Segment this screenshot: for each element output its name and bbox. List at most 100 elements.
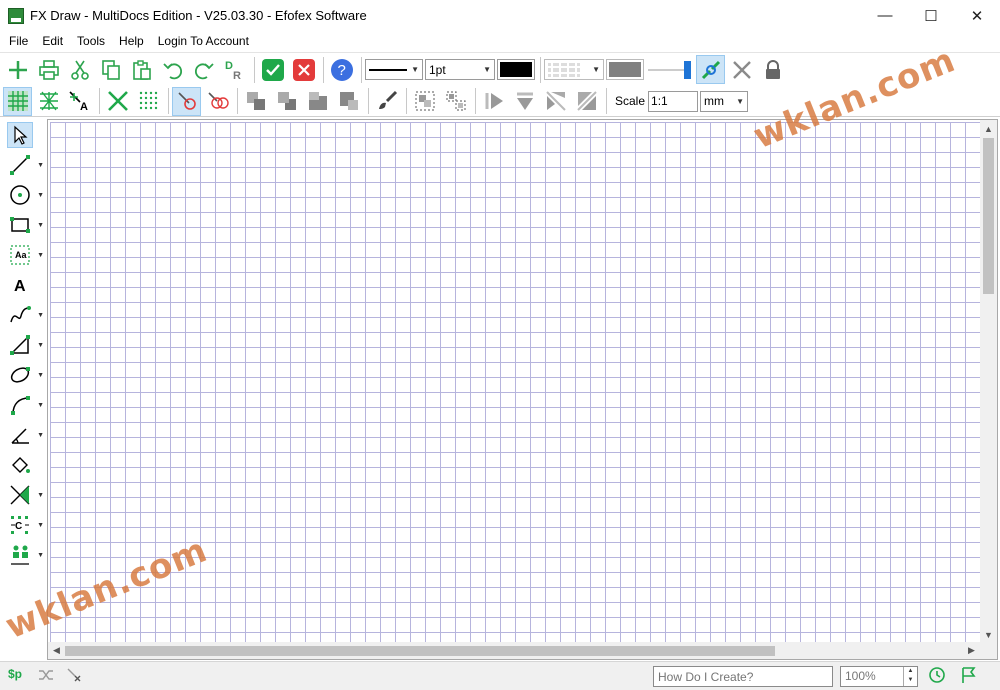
fill-color-button[interactable] <box>606 59 644 80</box>
ok-button[interactable] <box>258 55 287 84</box>
send-to-back-icon <box>339 92 358 110</box>
snap-point-button[interactable] <box>172 86 201 116</box>
script-icon[interactable]: $p <box>8 667 22 681</box>
paste-button[interactable] <box>127 55 156 84</box>
transparency-slider[interactable] <box>646 59 694 81</box>
rectangle-tool[interactable]: ▼ <box>4 210 46 240</box>
mirror-diagonal-button[interactable] <box>541 87 570 116</box>
horizontal-scroll-thumb[interactable] <box>65 646 775 656</box>
caret-down-icon: ▼ <box>37 402 44 409</box>
unit-select[interactable]: mm ▼ <box>700 90 749 112</box>
ellipse-tool[interactable]: ▼ <box>4 360 46 390</box>
line-width-select[interactable]: 1pt ▼ <box>425 59 495 80</box>
scale-value: 1:1 <box>651 94 668 108</box>
paste-icon <box>132 59 151 80</box>
shuffle-icon[interactable] <box>38 667 54 686</box>
flag-icon[interactable] <box>960 666 978 687</box>
link-button[interactable] <box>696 55 725 84</box>
slider-thumb[interactable] <box>684 60 691 79</box>
maximize-button[interactable]: ☐ <box>908 0 954 31</box>
circle-tool[interactable]: ▼ <box>4 180 46 210</box>
history-icon[interactable] <box>928 666 946 687</box>
menu-help[interactable]: Help <box>112 31 151 51</box>
angle-tool[interactable]: ▼ <box>4 420 46 450</box>
caret-down-icon: ▼ <box>37 372 44 379</box>
text-box-tool[interactable]: Aa ▼ <box>4 240 46 270</box>
ungroup-button[interactable] <box>441 87 470 116</box>
flag-glyph <box>962 667 976 683</box>
scroll-up-icon[interactable]: ▲ <box>980 120 997 137</box>
vertical-scrollbar[interactable]: ▲ ▼ <box>980 120 997 643</box>
scroll-down-icon[interactable]: ▼ <box>980 626 997 643</box>
arrow-down-icon <box>516 92 533 110</box>
menu-tools[interactable]: Tools <box>70 31 112 51</box>
text-box-icon: Aa <box>10 245 30 265</box>
flip-right-button[interactable] <box>479 87 508 116</box>
copy-icon <box>101 59 120 80</box>
clipart-tool[interactable]: ▼ <box>4 540 46 570</box>
iso-grid-button[interactable] <box>34 87 63 116</box>
grid-toggle-button[interactable] <box>3 86 32 116</box>
scale-input[interactable]: 1:1 <box>648 90 699 112</box>
snap-intersection-button[interactable] <box>203 87 232 116</box>
vertical-scroll-thumb[interactable] <box>983 138 994 294</box>
snap-text-icon: A <box>68 91 88 112</box>
unlink-button[interactable] <box>727 55 756 84</box>
print-button[interactable] <box>34 55 63 84</box>
slider-track <box>648 68 686 71</box>
group-button[interactable] <box>410 87 439 116</box>
select-tool[interactable] <box>4 120 46 150</box>
measure-icon: C <box>11 516 29 534</box>
undo-icon <box>162 62 182 79</box>
text-tool[interactable]: A <box>4 270 46 300</box>
close-button[interactable]: ✕ <box>954 0 1000 31</box>
fill-pattern-select[interactable]: ▼ <box>544 59 604 80</box>
bring-forward-button[interactable] <box>241 87 270 116</box>
snap-dots-button[interactable] <box>134 87 163 116</box>
line-tool[interactable]: ▼ <box>4 150 46 180</box>
line-style-select[interactable]: ▼ <box>365 59 423 80</box>
zoom-input[interactable]: 100% ▲ ▼ <box>840 666 918 687</box>
scroll-left-icon[interactable]: ◀ <box>48 642 65 659</box>
toolbar-separator <box>606 88 607 114</box>
snap-label-button[interactable]: A <box>65 87 94 116</box>
how-do-i-create-input[interactable] <box>653 666 833 687</box>
curve-tool[interactable]: ▼ <box>4 300 46 330</box>
app-icon <box>8 7 24 24</box>
new-button[interactable] <box>3 55 32 84</box>
region-tool[interactable]: ▼ <box>4 480 46 510</box>
snap-cross-button[interactable] <box>103 87 132 116</box>
horizontal-scrollbar[interactable]: ◀ ▶ <box>48 642 997 659</box>
ok-icon <box>261 58 284 81</box>
measure-tool[interactable]: C ▼ <box>4 510 46 540</box>
title-bar: FX Draw - MultiDocs Edition - V25.03.30 … <box>0 0 1000 31</box>
cancel-button[interactable] <box>289 55 318 84</box>
scroll-right-icon[interactable]: ▶ <box>963 642 980 659</box>
remove-link-icon[interactable] <box>66 667 82 686</box>
draw-reference-button[interactable]: DR <box>220 55 249 84</box>
minimize-button[interactable]: — <box>862 0 908 31</box>
copy-button[interactable] <box>96 55 125 84</box>
bring-to-front-button[interactable] <box>303 87 332 116</box>
menu-file[interactable]: File <box>2 31 35 51</box>
caret-down-icon: ▼ <box>37 522 44 529</box>
lock-button[interactable] <box>758 55 787 84</box>
send-to-back-button[interactable] <box>334 87 363 116</box>
help-button[interactable]: ? <box>327 55 356 84</box>
unit-value: mm <box>704 94 725 108</box>
redo-button[interactable] <box>189 55 218 84</box>
format-painter-button[interactable] <box>372 87 401 116</box>
text-a-icon: A <box>14 278 26 295</box>
send-backward-button[interactable] <box>272 87 301 116</box>
flip-down-button[interactable] <box>510 87 539 116</box>
zoom-spinner[interactable]: ▲ ▼ <box>903 667 917 686</box>
fill-tool[interactable] <box>4 450 46 480</box>
mirror-antidiagonal-button[interactable] <box>572 87 601 116</box>
menu-edit[interactable]: Edit <box>35 31 70 51</box>
undo-button[interactable] <box>158 55 187 84</box>
menu-login[interactable]: Login To Account <box>151 31 256 51</box>
line-color-button[interactable] <box>497 59 535 80</box>
polygon-tool[interactable]: ▼ <box>4 330 46 360</box>
cut-button[interactable] <box>65 55 94 84</box>
arc-tool[interactable]: ▼ <box>4 390 46 420</box>
